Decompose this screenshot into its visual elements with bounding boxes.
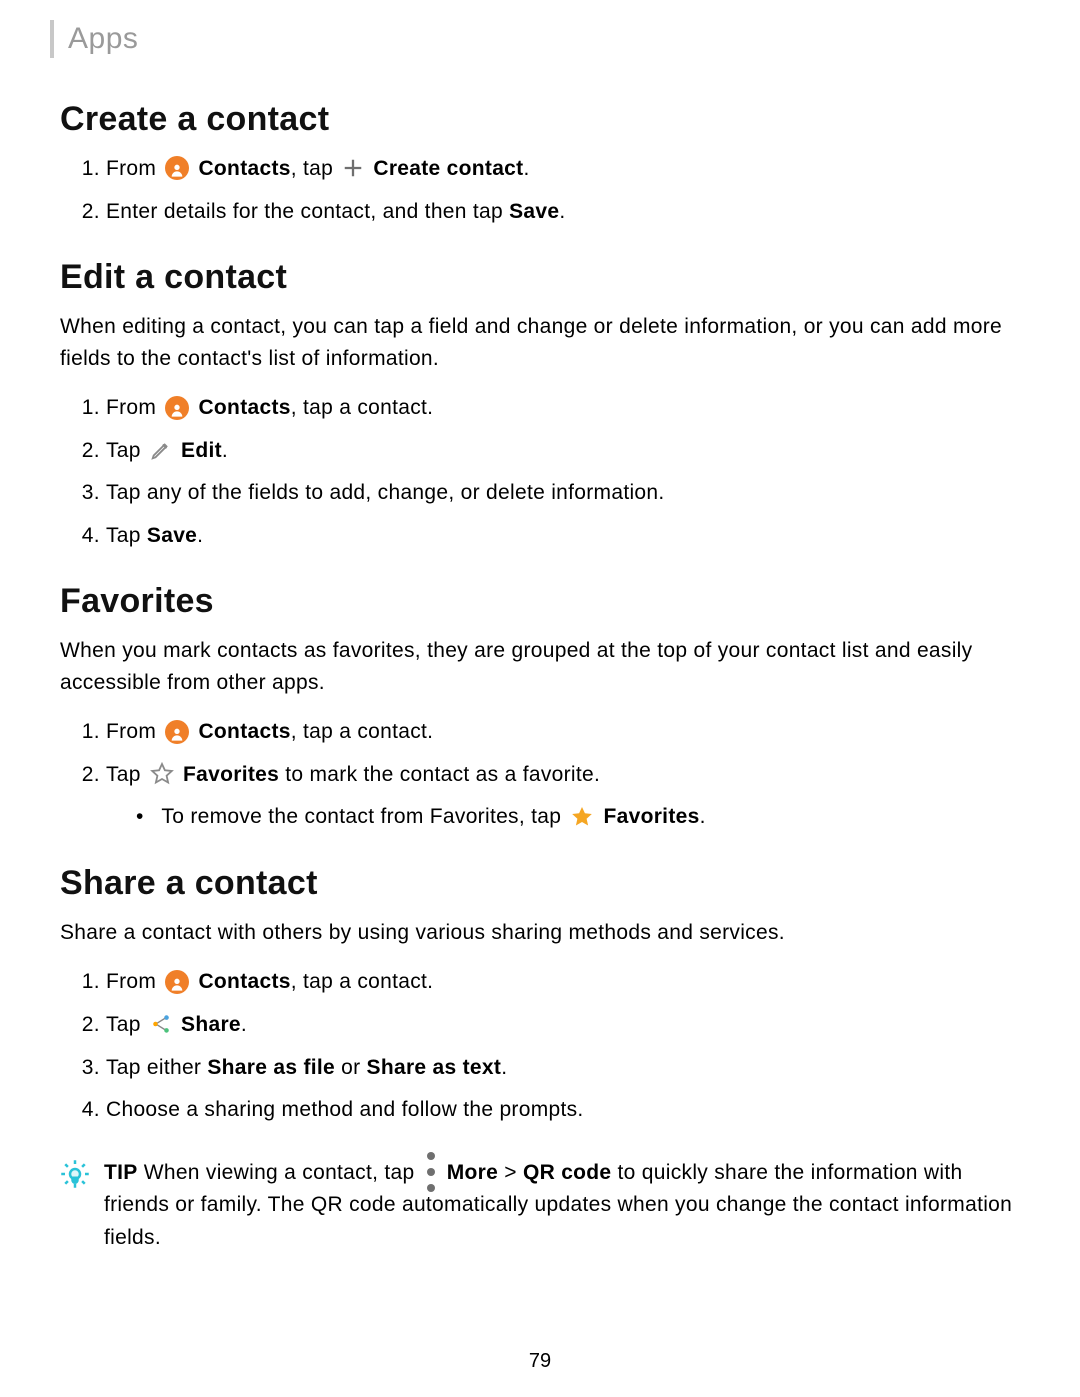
step-item: Tap either Share as file or Share as tex… — [106, 1052, 1020, 1085]
steps-create: From Contacts, tap Create contact. Enter… — [60, 153, 1020, 228]
text: or — [335, 1056, 367, 1079]
favorites-label: Favorites — [604, 805, 700, 828]
more-label: More — [447, 1161, 498, 1184]
text: . — [501, 1056, 507, 1079]
heading-share: Share a contact — [60, 864, 1020, 903]
heading-create: Create a contact — [60, 100, 1020, 139]
qr-code-label: QR code — [523, 1161, 611, 1184]
share-label: Share — [181, 1013, 241, 1036]
text: From — [106, 720, 162, 743]
text: , tap a contact. — [291, 720, 434, 743]
text: , tap a contact. — [291, 396, 434, 419]
save-label: Save — [509, 200, 559, 223]
step-item: From Contacts, tap a contact. — [106, 716, 1020, 749]
text: Tap — [106, 439, 147, 462]
steps-edit: From Contacts, tap a contact. Tap Edit. … — [60, 392, 1020, 552]
share-description: Share a contact with others by using var… — [60, 917, 1020, 949]
favorites-label: Favorites — [183, 763, 279, 786]
text: Tap — [106, 1013, 147, 1036]
create-contact-label: Create contact — [373, 157, 523, 180]
share-file-label: Share as file — [207, 1056, 335, 1079]
contacts-icon — [165, 396, 189, 420]
share-text-label: Share as text — [367, 1056, 502, 1079]
text: Tap any of the fields to add, change, or… — [106, 481, 665, 504]
save-label: Save — [147, 524, 197, 547]
text: Tap — [106, 524, 147, 547]
text: From — [106, 396, 162, 419]
text: Tap — [106, 763, 147, 786]
text: Enter details for the contact, and then … — [106, 200, 509, 223]
sub-item: To remove the contact from Favorites, ta… — [136, 801, 1020, 834]
text: To remove the contact from Favorites, ta… — [161, 805, 567, 828]
star-filled-icon — [570, 805, 594, 829]
page-header: Apps — [50, 20, 1020, 58]
heading-edit: Edit a contact — [60, 258, 1020, 297]
contacts-label: Contacts — [198, 970, 290, 993]
more-icon — [425, 1161, 437, 1183]
text: > — [498, 1161, 523, 1184]
step-item: From Contacts, tap a contact. — [106, 392, 1020, 425]
text: . — [523, 157, 529, 180]
edit-icon — [150, 439, 172, 461]
step-item: From Contacts, tap a contact. — [106, 966, 1020, 999]
header-accent-bar — [50, 20, 54, 58]
text: From — [106, 970, 162, 993]
step-item: Tap Edit. — [106, 435, 1020, 468]
page-number: 79 — [0, 1350, 1080, 1373]
text: , tap — [291, 157, 340, 180]
plus-icon — [342, 157, 364, 179]
text: to mark the contact as a favorite. — [279, 763, 600, 786]
step-item: Choose a sharing method and follow the p… — [106, 1094, 1020, 1127]
step-item: Tap any of the fields to add, change, or… — [106, 477, 1020, 510]
text: . — [197, 524, 203, 547]
contacts-label: Contacts — [198, 720, 290, 743]
text: , tap a contact. — [291, 970, 434, 993]
favorites-description: When you mark contacts as favorites, the… — [60, 635, 1020, 698]
text: . — [241, 1013, 247, 1036]
star-outline-icon — [150, 762, 174, 786]
steps-share: From Contacts, tap a contact. Tap Share.… — [60, 966, 1020, 1126]
tip-icon — [60, 1159, 90, 1189]
text: Tap either — [106, 1056, 207, 1079]
tip-label: TIP — [104, 1161, 138, 1184]
contacts-icon — [165, 156, 189, 180]
contacts-label: Contacts — [198, 157, 290, 180]
text: . — [559, 200, 565, 223]
edit-label: Edit — [181, 439, 222, 462]
step-item: Tap Share. — [106, 1009, 1020, 1042]
text: From — [106, 157, 162, 180]
contacts-label: Contacts — [198, 396, 290, 419]
contacts-icon — [165, 720, 189, 744]
text: When viewing a contact, tap — [138, 1161, 421, 1184]
text: . — [700, 805, 706, 828]
share-icon — [150, 1013, 172, 1035]
tip-callout: TIP When viewing a contact, tap More > Q… — [60, 1157, 1020, 1255]
contacts-icon — [165, 970, 189, 994]
step-item: Tap Save. — [106, 520, 1020, 553]
heading-favorites: Favorites — [60, 582, 1020, 621]
edit-description: When editing a contact, you can tap a fi… — [60, 311, 1020, 374]
header-label: Apps — [68, 22, 138, 56]
step-item: Enter details for the contact, and then … — [106, 196, 1020, 229]
step-item: From Contacts, tap Create contact. — [106, 153, 1020, 186]
text: . — [222, 439, 228, 462]
text: Choose a sharing method and follow the p… — [106, 1098, 584, 1121]
steps-favorites: From Contacts, tap a contact. Tap Favori… — [60, 716, 1020, 834]
tip-text: TIP When viewing a contact, tap More > Q… — [104, 1157, 1020, 1255]
step-item: Tap Favorites to mark the contact as a f… — [106, 759, 1020, 834]
